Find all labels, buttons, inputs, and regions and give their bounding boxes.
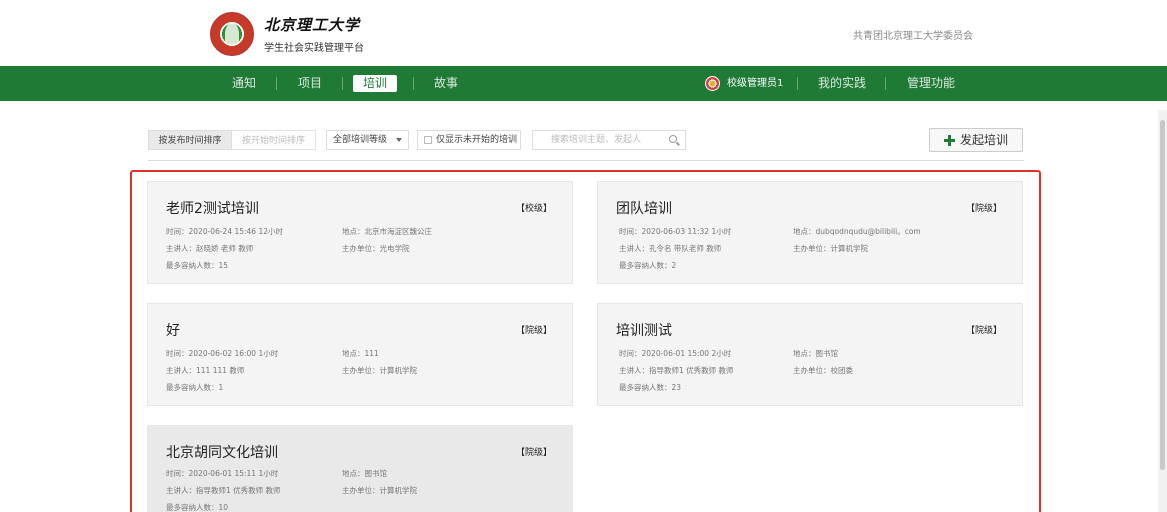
nav-separator: [342, 77, 343, 90]
logo[interactable]: 北京理工大学 学生社会实践管理平台: [210, 12, 364, 56]
logo-text: 北京理工大学 学生社会实践管理平台: [264, 14, 364, 54]
checkbox-icon[interactable]: [424, 136, 432, 144]
nav-item-my-practice[interactable]: 我的实践: [818, 66, 866, 101]
scrollbar-thumb[interactable]: [1160, 120, 1165, 470]
nav-item-training[interactable]: 培训: [353, 75, 398, 92]
search-placeholder: 搜索培训主题、发起人: [551, 135, 642, 145]
main-nav: 通知 项目 培训 故事 校级管理员1 我的实践 管理功能: [0, 66, 1167, 101]
search-input[interactable]: 搜索培训主题、发起人: [532, 130, 686, 150]
user-name[interactable]: 校级管理员1: [727, 66, 783, 101]
page: 北京理工大学 学生社会实践管理平台 共青团北京理工大学委员会 通知 项目 培训 …: [0, 0, 1167, 512]
sort-by-publish-button[interactable]: 按发布时间排序: [148, 130, 232, 150]
org-name: 共青团北京理工大学委员会: [853, 31, 973, 42]
nav-item-projects[interactable]: 项目: [298, 66, 322, 101]
nav-item-notice[interactable]: 通知: [232, 66, 256, 101]
level-select[interactable]: 全部培训等级: [326, 130, 409, 150]
plus-icon: [944, 135, 955, 146]
nav-item-stories[interactable]: 故事: [434, 66, 458, 101]
highlight-frame: [130, 170, 1041, 512]
nav-item-admin[interactable]: 管理功能: [907, 66, 955, 101]
level-select-value: 全部培训等级: [333, 135, 388, 145]
user-avatar-icon[interactable]: [705, 76, 720, 91]
caret-down-icon: [396, 138, 402, 142]
toolbar-divider: [148, 160, 1024, 161]
university-name: 北京理工大学: [264, 16, 361, 34]
university-seal-icon: [210, 12, 254, 56]
site-header: 北京理工大学 学生社会实践管理平台 共青团北京理工大学委员会: [0, 0, 1167, 66]
nav-separator: [413, 77, 414, 90]
add-training-button[interactable]: 发起培训: [929, 128, 1023, 152]
platform-name: 学生社会实践管理平台: [264, 43, 364, 54]
nav-separator: [276, 77, 277, 90]
sort-by-start-button[interactable]: 按开始时间排序: [232, 130, 316, 150]
only-not-started-label: 仅显示未开始的培训: [436, 135, 518, 145]
search-icon[interactable]: [669, 135, 677, 143]
add-training-label: 发起培训: [960, 133, 1009, 147]
nav-separator: [797, 77, 798, 90]
nav-separator: [885, 77, 886, 90]
only-not-started-checkbox[interactable]: 仅显示未开始的培训: [417, 130, 521, 150]
